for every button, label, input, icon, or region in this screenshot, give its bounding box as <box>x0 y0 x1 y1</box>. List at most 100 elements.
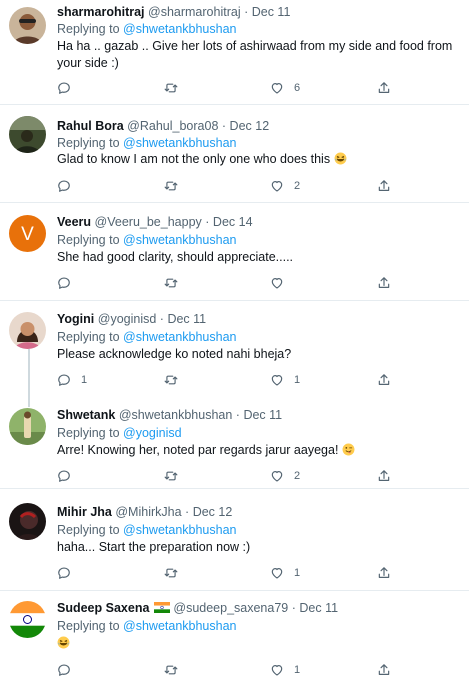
separator-dot: · <box>221 119 227 133</box>
tweet-date[interactable]: Dec 11 <box>252 5 291 19</box>
display-name[interactable]: Veeru <box>57 215 91 229</box>
display-name[interactable]: Shwetank <box>57 408 115 422</box>
share-icon <box>377 276 391 290</box>
tweet-actions <box>57 275 457 291</box>
mention-link[interactable]: @shwetankbhushan <box>123 523 236 537</box>
retweet-button[interactable] <box>164 565 178 581</box>
reply-icon <box>57 81 71 95</box>
tweet-actions: 1 <box>57 662 457 678</box>
retweet-button[interactable] <box>164 178 178 194</box>
mention-link[interactable]: @shwetankbhushan <box>123 330 236 344</box>
share-button[interactable] <box>377 275 391 291</box>
retweet-button[interactable] <box>164 80 178 96</box>
retweet-button[interactable] <box>164 468 178 484</box>
like-button[interactable]: 2 <box>270 178 300 194</box>
tweet-date[interactable]: Dec 12 <box>230 119 270 133</box>
replying-to-label: Replying to <box>57 523 120 537</box>
tweet-actions: 2 <box>57 178 457 194</box>
share-button[interactable] <box>377 662 391 678</box>
reply-icon <box>57 373 71 387</box>
replying-to-label: Replying to <box>57 426 120 440</box>
reply-button[interactable]: 1 <box>57 372 87 388</box>
like-button[interactable]: 1 <box>270 662 300 678</box>
avatar[interactable] <box>9 601 46 638</box>
avatar-letter: V <box>21 224 34 245</box>
avatar[interactable] <box>9 7 46 44</box>
user-handle[interactable]: @sharmarohitraj <box>148 5 241 19</box>
display-name[interactable]: sharmarohitraj <box>57 5 145 19</box>
retweet-icon <box>164 663 178 677</box>
like-button[interactable] <box>270 275 284 291</box>
like-button[interactable]: 1 <box>270 372 300 388</box>
tweet-header: Mihir Jha @MihirkJha · Dec 12 <box>57 505 232 520</box>
avatar[interactable] <box>9 116 46 153</box>
tweet-date[interactable]: Dec 11 <box>243 408 282 422</box>
like-icon <box>270 663 284 677</box>
reply-button[interactable] <box>57 468 71 484</box>
mention-link[interactable]: @shwetankbhushan <box>123 22 236 36</box>
replying-to-label: Replying to <box>57 330 120 344</box>
tweet-date[interactable]: Dec 14 <box>213 215 253 229</box>
like-icon <box>270 276 284 290</box>
tweet-body: Glad to know I am not the only one who d… <box>57 151 462 168</box>
tweet-rahul-bora[interactable]: Rahul Bora @Rahul_bora08 · Dec 12 Replyi… <box>0 105 469 203</box>
share-icon <box>377 81 391 95</box>
tweet-sudeep-saxena[interactable]: Sudeep Saxena @sudeep_saxena79 · Dec 11 … <box>0 591 469 691</box>
user-handle[interactable]: @MihirkJha <box>115 505 181 519</box>
tweet-shwetank[interactable]: Shwetank @shwetankbhushan · Dec 11 Reply… <box>0 401 469 489</box>
user-handle[interactable]: @shwetankbhushan <box>119 408 232 422</box>
display-name[interactable]: Sudeep Saxena <box>57 601 149 615</box>
retweet-button[interactable] <box>164 662 178 678</box>
share-button[interactable] <box>377 372 391 388</box>
tweet-date[interactable]: Dec 11 <box>299 601 338 615</box>
reply-button[interactable] <box>57 662 71 678</box>
reply-button[interactable] <box>57 275 71 291</box>
tweet-actions: 6 <box>57 80 457 96</box>
tweet-sharmarohitraj[interactable]: sharmarohitraj @sharmarohitraj · Dec 11 … <box>0 0 469 105</box>
retweet-button[interactable] <box>164 372 178 388</box>
tweet-text: Please acknowledge ko noted nahi bheja? <box>57 347 292 361</box>
share-button[interactable] <box>377 80 391 96</box>
winking-tongue-emoji-icon <box>342 443 355 456</box>
retweet-icon <box>164 179 178 193</box>
display-name[interactable]: Yogini <box>57 312 94 326</box>
replying-to-label: Replying to <box>57 233 120 247</box>
mention-link[interactable]: @shwetankbhushan <box>123 619 236 633</box>
replying-to: Replying to @shwetankbhushan <box>57 523 237 538</box>
share-button[interactable] <box>377 178 391 194</box>
replying-to: Replying to @shwetankbhushan <box>57 233 237 248</box>
separator-dot: · <box>205 215 210 229</box>
reply-button[interactable] <box>57 565 71 581</box>
display-name[interactable]: Mihir Jha <box>57 505 112 519</box>
tweet-mihir-jha[interactable]: Mihir Jha @MihirkJha · Dec 12 Replying t… <box>0 489 469 591</box>
tweet-date[interactable]: Dec 12 <box>193 505 233 519</box>
avatar[interactable] <box>9 503 46 540</box>
retweet-icon <box>164 469 178 483</box>
tweet-header: Sudeep Saxena @sudeep_saxena79 · Dec 11 <box>57 601 338 616</box>
user-handle[interactable]: @Veeru_be_happy <box>95 215 202 229</box>
reply-button[interactable] <box>57 178 71 194</box>
share-icon <box>377 179 391 193</box>
tweet-yogini[interactable]: Yogini @yoginisd · Dec 11 Replying to @s… <box>0 301 469 400</box>
reply-button[interactable] <box>57 80 71 96</box>
user-handle[interactable]: @sudeep_saxena79 <box>173 601 288 615</box>
like-icon <box>270 373 284 387</box>
like-button[interactable]: 6 <box>270 80 300 96</box>
user-handle[interactable]: @Rahul_bora08 <box>127 119 218 133</box>
tweet-date[interactable]: Dec 11 <box>167 312 206 326</box>
share-button[interactable] <box>377 565 391 581</box>
mention-link[interactable]: @shwetankbhushan <box>123 233 236 247</box>
avatar[interactable] <box>9 312 46 349</box>
share-button[interactable] <box>377 468 391 484</box>
mention-link[interactable]: @yoginisd <box>123 426 182 440</box>
like-button[interactable]: 1 <box>270 565 300 581</box>
mention-link[interactable]: @shwetankbhushan <box>123 136 236 150</box>
retweet-button[interactable] <box>164 275 178 291</box>
tweet-body: Arre! Knowing her, noted par regards jar… <box>57 442 462 459</box>
tweet-veeru[interactable]: V Veeru @Veeru_be_happy · Dec 14 Replyin… <box>0 203 469 301</box>
display-name[interactable]: Rahul Bora <box>57 119 124 133</box>
like-button[interactable]: 2 <box>270 468 300 484</box>
user-handle[interactable]: @yoginisd <box>98 312 157 326</box>
avatar[interactable] <box>9 408 46 445</box>
avatar[interactable]: V <box>9 215 46 252</box>
